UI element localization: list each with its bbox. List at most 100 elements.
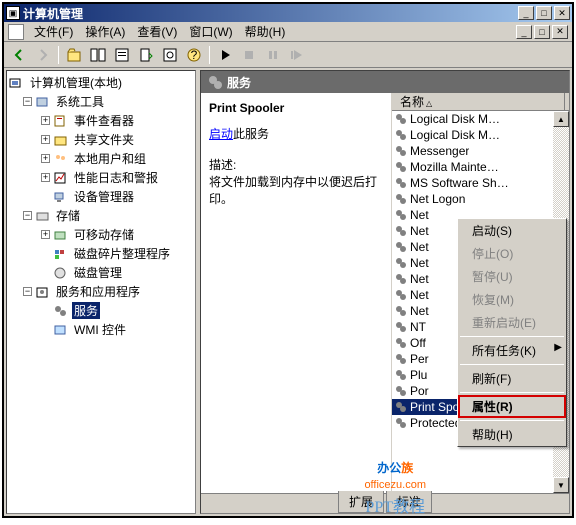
stop-button[interactable] [238,44,260,66]
list-item-label: Messenger [410,144,469,158]
gear-icon [394,176,408,190]
forward-button[interactable] [32,44,54,66]
minimize-button[interactable]: _ [518,6,534,20]
tree-diskmgmt[interactable]: 磁盘管理 [9,263,193,282]
menu-view[interactable]: 查看(V) [131,21,183,42]
menu-help[interactable]: 帮助(H) [239,21,292,42]
app-icon: ▣ [6,6,20,20]
ctx-properties[interactable]: 属性(R) [458,395,566,418]
mdi-close-button[interactable]: ✕ [552,25,568,39]
tree-wmi[interactable]: WMI 控件 [9,320,193,339]
list-header[interactable]: 名称△ [392,93,569,111]
tree-eventviewer[interactable]: +事件查看器 [9,111,193,130]
menu-icon [8,24,24,40]
list-item-label: Net [410,240,429,254]
titlebar: ▣ 计算机管理 _ □ ✕ [4,4,572,22]
desc-label: 描述: [209,156,383,173]
list-item-label: MS Software Sh… [410,176,509,190]
desc-text: 将文件加载到内存中以便迟后打印。 [209,173,383,207]
list-item-label: Net [410,272,429,286]
help-button[interactable]: ? [183,44,205,66]
gear-icon [394,416,408,430]
gear-icon [394,352,408,366]
panel-title: 服务 [227,74,251,91]
list-item-label: Logical Disk M… [410,128,500,142]
pause-button[interactable] [262,44,284,66]
ctx-start[interactable]: 启动(S) [458,219,566,242]
gear-icon [394,256,408,270]
restart-button[interactable] [286,44,308,66]
ctx-restart[interactable]: 重新启动(E) [458,311,566,334]
ctx-stop[interactable]: 停止(O) [458,242,566,265]
list-item-label: Net Logon [410,192,465,206]
mdi-maximize-button[interactable]: □ [534,25,550,39]
list-item-label: Mozilla Mainte… [410,160,499,174]
gear-icon [394,272,408,286]
tree-pane: 计算机管理(本地) −系统工具 +事件查看器 +共享文件夹 +本地用户和组 +性… [6,70,196,514]
tree-perf[interactable]: +性能日志和警报 [9,168,193,187]
list-item-label: Per [410,352,429,366]
gear-icon [394,192,408,206]
list-item-label: Logical Disk M… [410,112,500,126]
export-button[interactable] [135,44,157,66]
up-button[interactable] [63,44,85,66]
tree-systools[interactable]: −系统工具 [9,92,193,111]
panel-header: 服务 [201,71,569,93]
svg-text:?: ? [191,48,198,62]
col-name[interactable]: 名称△ [396,93,565,110]
list-item-label: Net [410,304,429,318]
show-hide-button[interactable] [87,44,109,66]
tree-storage[interactable]: −存储 [9,206,193,225]
list-item[interactable]: Net Logon [392,191,553,207]
tree-shared[interactable]: +共享文件夹 [9,130,193,149]
refresh-button[interactable] [159,44,181,66]
gear-icon [394,112,408,126]
window-title: 计算机管理 [23,5,516,22]
mdi-minimize-button[interactable]: _ [516,25,532,39]
list-item[interactable]: MS Software Sh… [392,175,553,191]
gear-icon [394,320,408,334]
gear-icon [394,368,408,382]
start-service-line: 启动此服务 [209,125,383,142]
tree-defrag[interactable]: 磁盘碎片整理程序 [9,244,193,263]
tree-svcapps[interactable]: −服务和应用程序 [9,282,193,301]
service-name: Print Spooler [209,101,383,115]
ctx-pause[interactable]: 暂停(U) [458,265,566,288]
ctx-alltasks[interactable]: 所有任务(K)▶ [458,339,566,362]
tree-removable[interactable]: +可移动存储 [9,225,193,244]
tree-root[interactable]: 计算机管理(本地) [9,73,193,92]
toolbar: ? [4,42,572,68]
watermark: 办公族 officezu.com PPT教程 [364,452,426,517]
service-list: 名称△ Logical Disk M… Logical Disk M… Messen… [391,93,569,493]
list-item[interactable]: Logical Disk M… [392,127,553,143]
ctx-help[interactable]: 帮助(H) [458,423,566,446]
gear-icon [394,400,408,414]
list-item-label: Net [410,256,429,270]
properties-button[interactable] [111,44,133,66]
ctx-resume[interactable]: 恢复(M) [458,288,566,311]
menu-action[interactable]: 操作(A) [79,21,131,42]
scroll-down-button[interactable]: ▼ [553,477,569,493]
right-pane: 服务 Print Spooler 启动此服务 描述: 将文件加载到内存中以便迟后… [200,70,570,514]
gear-icon [394,128,408,142]
play-button[interactable] [214,44,236,66]
tree-devmgr[interactable]: 设备管理器 [9,187,193,206]
back-button[interactable] [8,44,30,66]
tree-services[interactable]: 服务 [9,301,193,320]
list-item[interactable]: Logical Disk M… [392,111,553,127]
gear-icon [394,304,408,318]
start-link[interactable]: 启动 [209,127,233,141]
list-item-label: Net [410,288,429,302]
maximize-button[interactable]: □ [536,6,552,20]
gear-icon [394,240,408,254]
gear-icon [394,208,408,222]
scroll-up-button[interactable]: ▲ [553,111,569,127]
ctx-refresh[interactable]: 刷新(F) [458,367,566,390]
menu-file[interactable]: 文件(F) [28,21,79,42]
list-item[interactable]: Mozilla Mainte… [392,159,553,175]
close-button[interactable]: ✕ [554,6,570,20]
list-item[interactable]: Messenger [392,143,553,159]
menu-window[interactable]: 窗口(W) [183,21,238,42]
gear-icon [394,160,408,174]
tree-users[interactable]: +本地用户和组 [9,149,193,168]
